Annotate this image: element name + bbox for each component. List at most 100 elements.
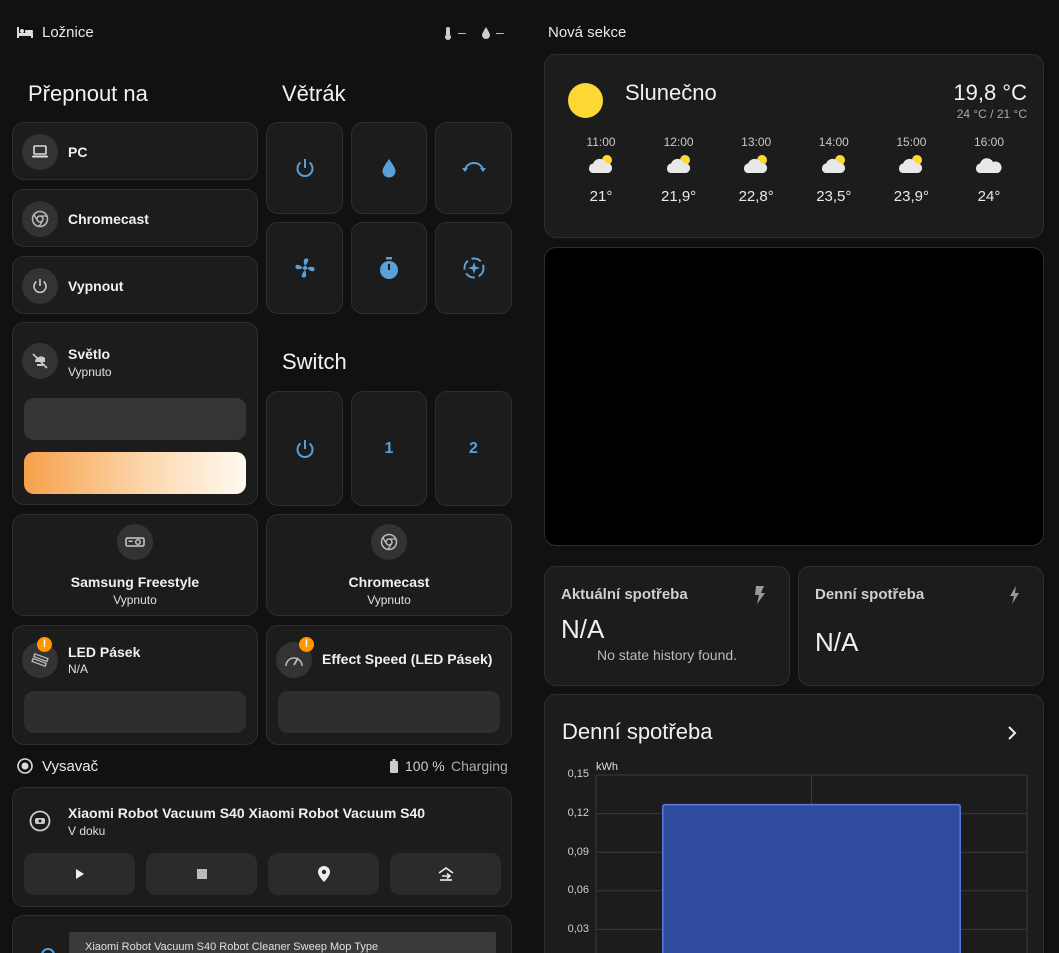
tile-state: Vypnuto (113, 593, 157, 607)
tile-name: Světlo (68, 346, 111, 362)
partly-cloudy-icon (804, 153, 864, 182)
switch-button-1[interactable]: 1 (351, 391, 427, 506)
forecast-time: 13:00 (741, 135, 772, 149)
stop-icon (196, 869, 207, 879)
map-marker-icon (317, 866, 330, 882)
tile-chromecast-2[interactable]: Chromecast Vypnuto (266, 514, 512, 616)
robot-vacuum-icon (29, 810, 51, 837)
forecast-temp: 23,5° (816, 188, 852, 205)
flash-icon (1007, 585, 1021, 610)
forecast-temp: 23,9° (893, 188, 929, 205)
vacuum-dock-button[interactable] (390, 853, 501, 895)
humidity-icon (481, 26, 491, 44)
switch-power-button[interactable] (266, 391, 343, 506)
forecast-time: 12:00 (663, 135, 694, 149)
forecast-temp: 21° (589, 188, 613, 205)
current-consumption-card[interactable]: Aktuální spotřeba N/A No state history f… (544, 566, 790, 686)
section-title-vacuum: Vysavač (42, 758, 99, 775)
fan-auto-button[interactable] (435, 222, 512, 314)
warning-badge-icon: ! (299, 637, 314, 652)
camera-feed[interactable] (544, 247, 1044, 546)
tile-name: Effect Speed (LED Pásek) (322, 651, 493, 667)
section-title-loznice: Ložnice (42, 24, 94, 41)
forecast-temp: 22,8° (738, 188, 774, 205)
heading-fan: Větrák (282, 81, 346, 106)
forecast-item: 15:00 23,9° (881, 135, 941, 205)
laptop-icon (22, 134, 58, 170)
chart-bar[interactable] (662, 803, 961, 953)
fan-timer-button[interactable] (351, 222, 427, 314)
sun-icon (568, 83, 603, 118)
led-slider[interactable] (24, 691, 246, 733)
tile-name: Chromecast (68, 211, 149, 227)
fan-speed-button[interactable] (266, 222, 343, 314)
timer-icon (380, 257, 398, 279)
bed-icon (16, 25, 34, 44)
vacuum-map-label-box: Xiaomi Robot Vacuum S40 Robot Cleaner Sw… (69, 932, 496, 953)
tile-off[interactable]: Vypnout (12, 256, 258, 314)
power-icon (22, 268, 58, 304)
vacuum-stop-button[interactable] (146, 853, 257, 895)
fan-humidity-button[interactable] (351, 122, 427, 214)
weather-high-low: 24 °C / 21 °C (956, 107, 1027, 121)
forecast-item: 11:00 21° (571, 135, 631, 205)
tile-state: Vypnuto (367, 593, 411, 607)
tile-pc[interactable]: PC (12, 122, 258, 180)
tile-name: Chromecast (348, 574, 430, 590)
vacuum-map-card[interactable]: Xiaomi Robot Vacuum S40 Robot Cleaner Sw… (12, 915, 512, 953)
tile-name: LED Pásek (68, 644, 141, 660)
forecast-item: 12:00 21,9° (649, 135, 709, 205)
humidity-value: – (496, 24, 504, 40)
forecast-time: 14:00 (818, 135, 849, 149)
battery-level: 100 % (405, 758, 445, 774)
fan-power-button[interactable] (266, 122, 343, 214)
temperature-value: – (458, 24, 466, 40)
partly-cloudy-icon (571, 153, 631, 182)
chrome-icon (22, 201, 58, 237)
cloudy-icon (959, 153, 1019, 182)
thermometer-icon (443, 26, 453, 45)
vacuum-state: V doku (68, 824, 106, 838)
tile-state: Vypnuto (68, 365, 112, 379)
no-history-note: No state history found. (596, 647, 738, 663)
weather-condition: Slunečno (625, 80, 717, 105)
heading-switch-to: Přepnout na (28, 81, 148, 106)
play-icon (75, 869, 84, 879)
fan-oscillate-button[interactable] (435, 122, 512, 214)
weather-temperature: 19,8 °C (953, 80, 1027, 105)
forecast-time: 11:00 (586, 135, 616, 149)
effect-speed-slider[interactable] (278, 691, 500, 733)
daily-chart (595, 774, 1028, 953)
warning-badge-icon: ! (37, 637, 52, 652)
vacuum-locate-button[interactable] (268, 853, 379, 895)
projector-icon (117, 524, 153, 560)
daily-chart-card[interactable]: Denní spotřeba kWh 0,15 0,12 0,09 0,06 0… (544, 694, 1044, 953)
vacuum-card[interactable]: Xiaomi Robot Vacuum S40 Xiaomi Robot Vac… (12, 787, 512, 907)
card-title: Denní spotřeba (815, 586, 925, 603)
tile-samsung-freestyle[interactable]: Samsung Freestyle Vypnuto (12, 514, 258, 616)
battery-icon (390, 759, 398, 778)
fan-icon (294, 258, 315, 278)
tile-state: N/A (68, 662, 89, 676)
heading-switch: Switch (282, 349, 347, 374)
partly-cloudy-icon (881, 153, 941, 182)
vacuum-start-button[interactable] (24, 853, 135, 895)
tile-name: Vypnout (68, 278, 124, 294)
tile-led-strip[interactable]: ! LED Pásek N/A (12, 625, 258, 745)
tile-name: Samsung Freestyle (70, 574, 200, 590)
tile-chromecast[interactable]: Chromecast (12, 189, 258, 247)
color-temp-slider[interactable] (24, 452, 246, 494)
switch-button-2[interactable]: 2 (435, 391, 512, 506)
water-drop-icon (382, 159, 396, 178)
section-title-new: Nová sekce (548, 24, 627, 41)
daily-consumption-card[interactable]: Denní spotřeba N/A (798, 566, 1044, 686)
brightness-slider[interactable] (24, 398, 246, 440)
tile-light[interactable]: Světlo Vypnuto (12, 322, 258, 505)
partly-cloudy-icon (726, 153, 786, 182)
tile-effect-speed[interactable]: ! Effect Speed (LED Pásek) (266, 625, 512, 745)
weather-card[interactable]: Slunečno 19,8 °C 24 °C / 21 °C 11:00 21° 1… (544, 54, 1044, 238)
forecast-time: 16:00 (973, 135, 1005, 149)
forecast-time: 15:00 (896, 135, 927, 149)
flash-icon (753, 585, 767, 610)
forecast-temp: 21,9° (660, 188, 697, 205)
